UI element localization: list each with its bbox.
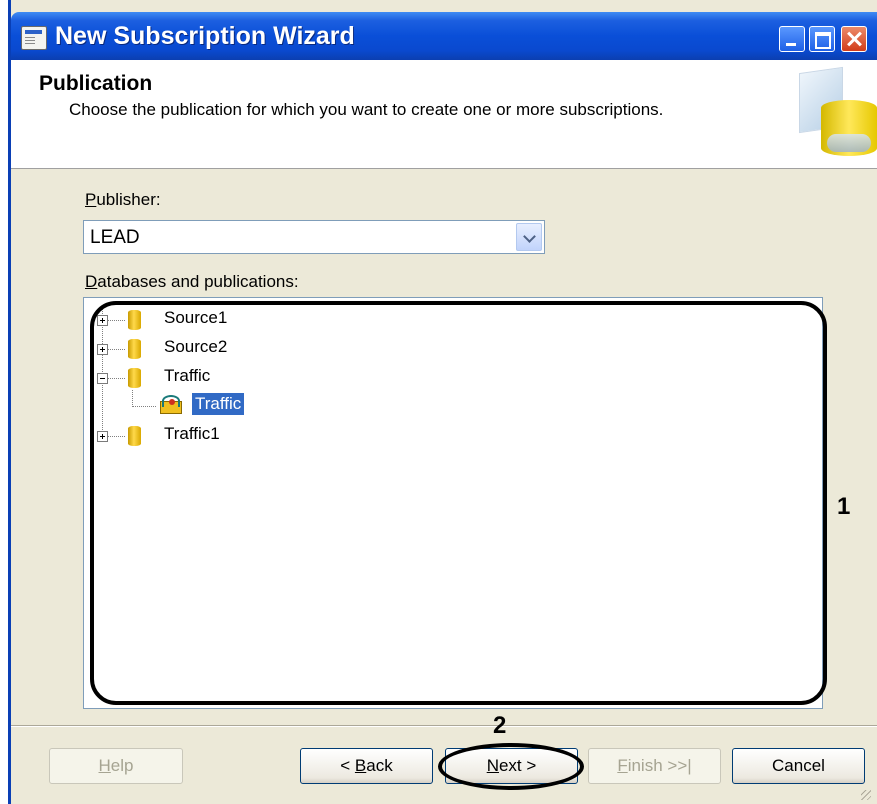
publisher-select[interactable]: LEAD <box>83 220 545 254</box>
page-title: Publication <box>39 72 153 95</box>
maximize-button[interactable] <box>809 26 835 52</box>
wizard-header: Publication Choose the publication for w… <box>11 60 877 169</box>
window-title: New Subscription Wizard <box>55 22 355 50</box>
tree-item-source1[interactable]: Source1 <box>84 306 284 332</box>
chevron-down-icon[interactable] <box>516 223 542 251</box>
wizard-window: New Subscription Wizard Publication Choo… <box>8 0 877 804</box>
footer-divider <box>11 725 877 727</box>
expand-icon[interactable] <box>97 315 108 326</box>
page-description: Choose the publication for which you wan… <box>69 100 664 119</box>
collapse-icon[interactable] <box>97 373 108 384</box>
tree-item-traffic1[interactable]: Traffic1 <box>84 422 284 448</box>
resize-grip-icon[interactable] <box>861 790 871 800</box>
databases-publications-tree[interactable]: Source1 Source2 Traffic Traffic Traffic1 <box>83 297 823 709</box>
publisher-value: LEAD <box>90 227 140 248</box>
help-button[interactable]: Help <box>49 748 183 784</box>
expand-icon[interactable] <box>97 431 108 442</box>
minimize-button[interactable] <box>779 26 805 52</box>
tree-item-label: Traffic <box>192 393 245 415</box>
tree-item-traffic-publication[interactable]: Traffic <box>84 393 284 419</box>
next-button[interactable]: Next > <box>445 748 578 784</box>
back-button[interactable]: < Back <box>300 748 433 784</box>
databases-publications-label: Databases and publications: <box>85 272 299 291</box>
publication-graphic-icon <box>781 60 877 167</box>
database-icon <box>128 426 141 446</box>
title-bar[interactable]: New Subscription Wizard <box>11 12 877 60</box>
database-icon <box>128 339 141 359</box>
annotation-marker-2: 2 <box>493 712 507 739</box>
tree-item-label: Source2 <box>164 337 228 356</box>
expand-icon[interactable] <box>97 344 108 355</box>
publisher-label: Publisher: <box>85 190 161 209</box>
tree-item-label: Source1 <box>164 308 228 327</box>
wizard-icon <box>21 26 47 50</box>
tree-item-traffic-db[interactable]: Traffic <box>84 364 284 390</box>
close-button[interactable] <box>841 26 867 52</box>
database-icon <box>128 368 141 388</box>
finish-button[interactable]: Finish >>| <box>588 748 721 784</box>
publication-icon <box>158 395 184 415</box>
tree-item-label: Traffic <box>164 366 211 385</box>
annotation-marker-1: 1 <box>837 493 851 520</box>
database-icon <box>128 310 141 330</box>
tree-item-label: Traffic1 <box>164 424 220 443</box>
tree-item-source2[interactable]: Source2 <box>84 335 284 361</box>
cancel-button[interactable]: Cancel <box>732 748 865 784</box>
